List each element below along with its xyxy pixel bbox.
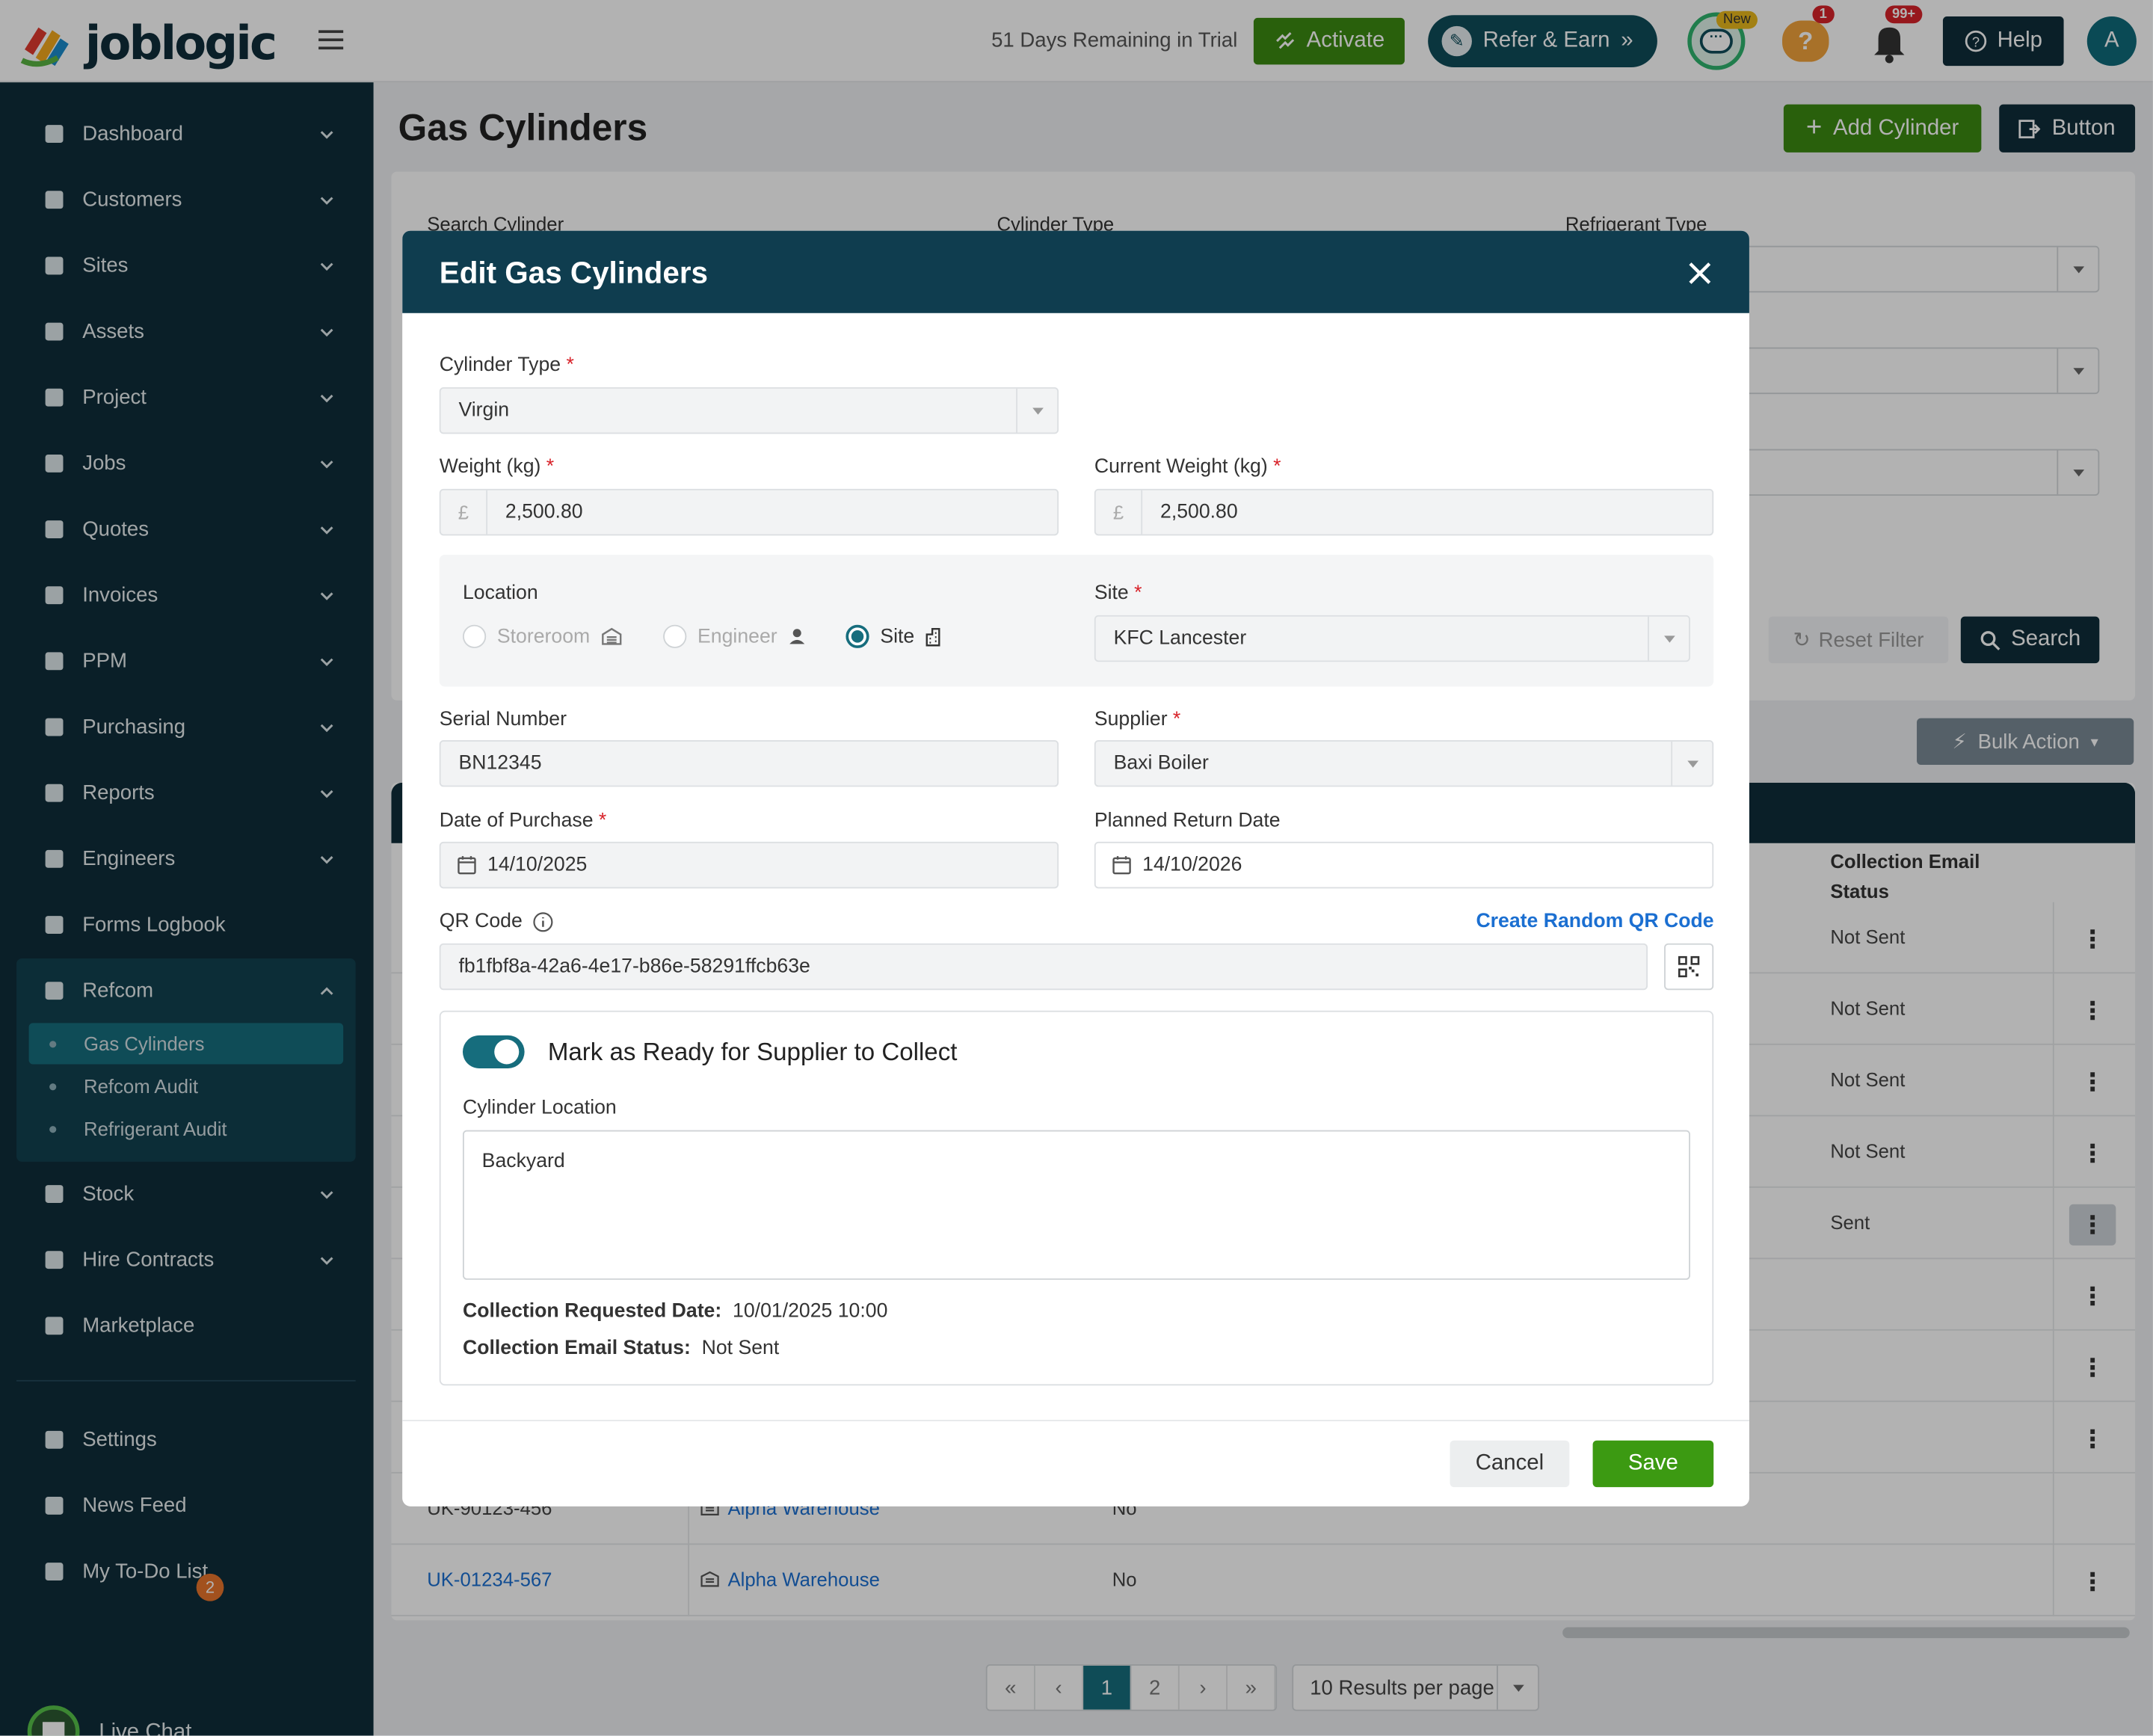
qr-icon xyxy=(1678,955,1700,978)
calendar-icon xyxy=(458,856,476,875)
engineer-icon xyxy=(789,629,805,644)
site-select[interactable]: KFC Lancester xyxy=(1094,615,1690,662)
purchase-date-label: Date of Purchase * xyxy=(439,810,607,833)
purchase-date-input[interactable]: 14/10/2025 xyxy=(439,841,1059,889)
calendar-icon xyxy=(1112,856,1131,875)
collection-email-status: Collection Email Status: Not Sent xyxy=(462,1337,780,1360)
radio-engineer[interactable]: Engineer xyxy=(663,624,806,648)
ready-to-collect-label: Mark as Ready for Supplier to Collect xyxy=(547,1038,958,1066)
save-button[interactable]: Save xyxy=(1592,1440,1714,1488)
cylinder-location-label: Cylinder Location xyxy=(462,1097,617,1119)
weight-label: Weight (kg) * xyxy=(439,455,555,478)
return-date-input[interactable]: 14/10/2026 xyxy=(1094,841,1714,889)
weight-input[interactable]: £ 2,500.80 xyxy=(439,488,1059,536)
cylinder-type-label: Cylinder Type * xyxy=(439,354,574,377)
create-random-qr-link[interactable]: Create Random QR Code xyxy=(1476,911,1713,932)
modal-footer-divider xyxy=(402,1420,1749,1421)
radio-site[interactable]: Site xyxy=(846,624,944,648)
building-icon xyxy=(925,627,940,646)
current-weight-label: Current Weight (kg) * xyxy=(1094,455,1281,478)
collection-section: Mark as Ready for Supplier to Collect Cy… xyxy=(439,1010,1714,1386)
edit-cylinder-modal: Edit Gas Cylinders Cylinder Type * Virgin… xyxy=(402,230,1749,1506)
cancel-button[interactable]: Cancel xyxy=(1450,1440,1570,1488)
site-label: Site * xyxy=(1094,582,1142,605)
collection-requested-date: Collection Requested Date: 10/01/2025 10… xyxy=(462,1300,888,1323)
serial-number-input[interactable]: BN12345 xyxy=(439,739,1059,787)
ready-to-collect-toggle[interactable] xyxy=(462,1035,525,1068)
storeroom-icon xyxy=(601,627,621,645)
supplier-select[interactable]: Baxi Boiler xyxy=(1094,739,1714,787)
app-root: joblogic 51 Days Remaining in Trial Acti… xyxy=(0,0,2153,1736)
qr-code-input[interactable]: fb1fbf8a-42a6-4e17-b86e-58291ffcb63e xyxy=(439,943,1648,991)
modal-header: Edit Gas Cylinders xyxy=(402,230,1749,313)
modal-title: Edit Gas Cylinders xyxy=(439,255,709,290)
close-icon[interactable] xyxy=(1685,258,1715,288)
location-label: Location xyxy=(462,582,538,605)
currency-prefix: £ xyxy=(1096,490,1143,535)
info-icon[interactable] xyxy=(533,911,554,932)
current-weight-input[interactable]: £ 2,500.80 xyxy=(1094,488,1714,536)
return-date-label: Planned Return Date xyxy=(1094,810,1281,833)
serial-number-label: Serial Number xyxy=(439,708,567,731)
supplier-label: Supplier * xyxy=(1094,708,1181,731)
radio-storeroom[interactable]: Storeroom xyxy=(462,624,622,648)
qr-code-button[interactable] xyxy=(1664,943,1714,991)
qr-code-label: QR Code xyxy=(440,911,554,932)
currency-prefix: £ xyxy=(441,490,488,535)
cylinder-location-textarea[interactable]: Backyard xyxy=(462,1130,1690,1280)
cylinder-type-select[interactable]: Virgin xyxy=(439,387,1059,434)
